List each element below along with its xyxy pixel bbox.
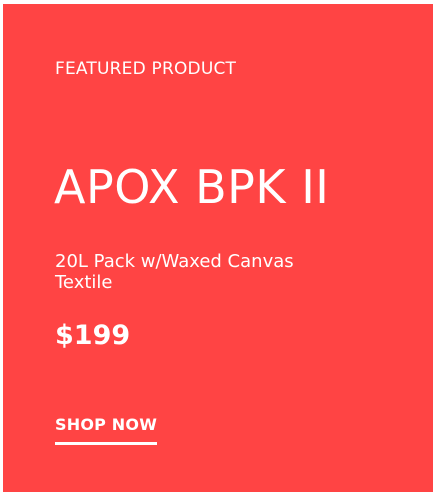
featured-product-card: FEATURED PRODUCT APOX BPK II 20L Pack w/… bbox=[3, 4, 433, 492]
product-description: 20L Pack w/Waxed Canvas Textile bbox=[55, 251, 294, 293]
product-title: APOX BPK II bbox=[54, 160, 330, 214]
product-price: $199 bbox=[55, 320, 131, 351]
shop-now-link[interactable]: SHOP NOW bbox=[55, 414, 158, 445]
featured-label: FEATURED PRODUCT bbox=[55, 59, 237, 79]
